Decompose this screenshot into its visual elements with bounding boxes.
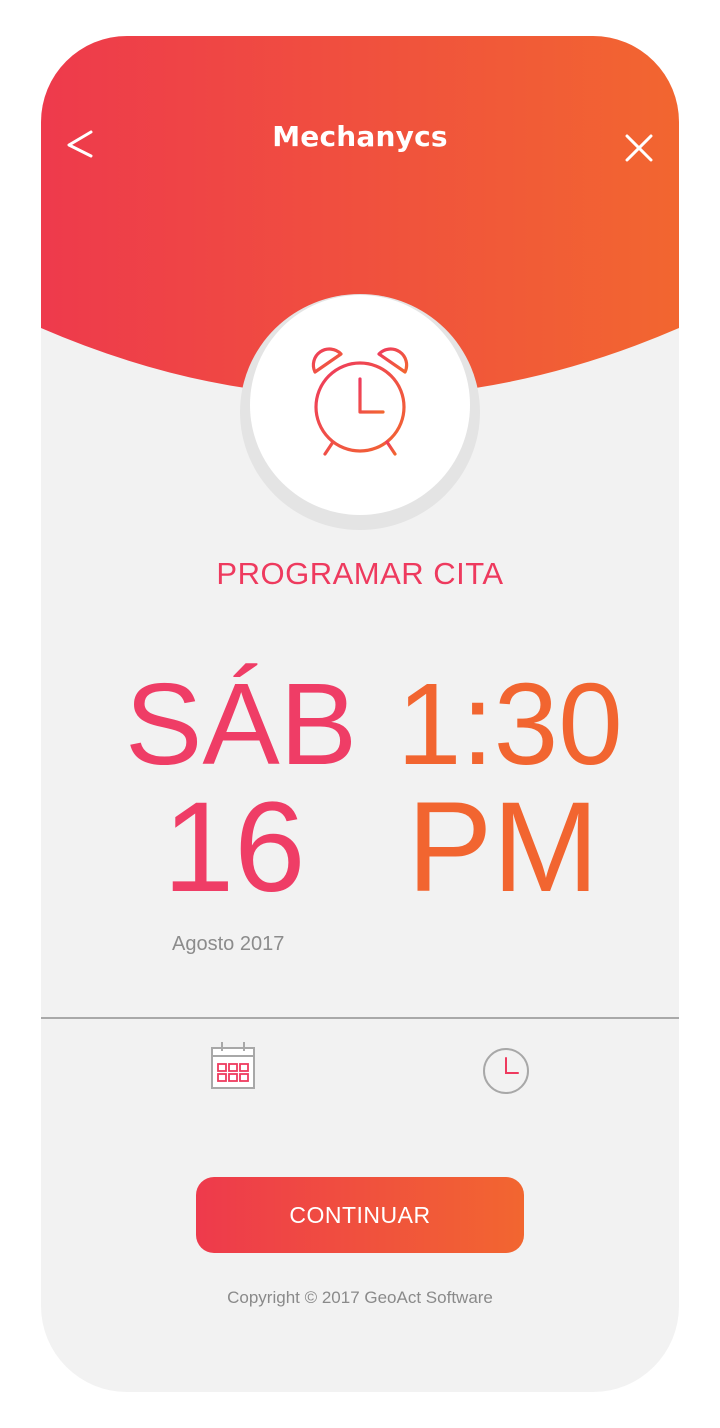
clock-icon — [483, 1048, 529, 1094]
day-number[interactable]: 16 — [163, 784, 305, 912]
phone-screen: Mechanycs PROGRAMAR CITA SÁB 16 1:30 PM … — [41, 36, 679, 1392]
close-icon — [625, 134, 653, 162]
alarm-clock-icon — [311, 347, 409, 456]
app-title: Mechanycs — [272, 120, 448, 153]
calendar-picker-button[interactable] — [210, 1040, 258, 1092]
time-value[interactable]: 1:30 — [397, 666, 623, 782]
time-period[interactable]: PM — [407, 784, 599, 912]
top-bar: Mechanycs — [41, 36, 679, 256]
day-name[interactable]: SÁB — [125, 666, 357, 782]
continue-button[interactable]: CONTINUAR — [196, 1177, 524, 1253]
calendar-icon — [211, 1042, 255, 1089]
month-year-label: Agosto 2017 — [172, 933, 285, 955]
clock-picker-button[interactable] — [481, 1046, 531, 1096]
section-title: PROGRAMAR CITA — [216, 556, 504, 591]
close-button[interactable] — [617, 126, 661, 170]
copyright-text: Copyright © 2017 GeoAct Software — [227, 1288, 493, 1307]
divider — [41, 1017, 679, 1019]
